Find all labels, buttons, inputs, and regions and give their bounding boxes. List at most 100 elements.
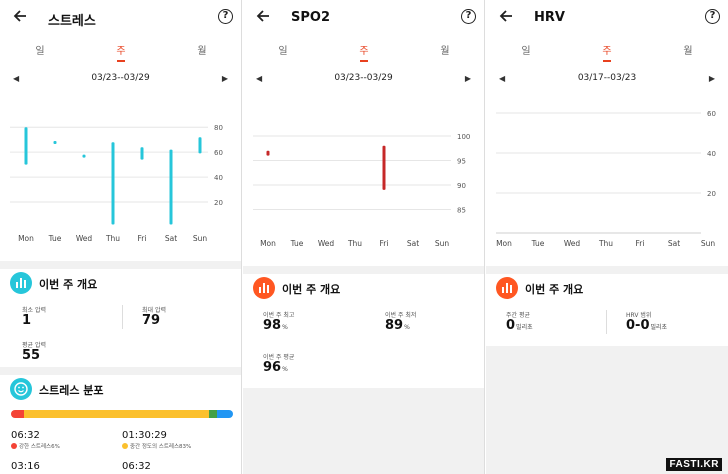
next-arrow-icon[interactable]: ▶ xyxy=(709,74,715,83)
range-bar xyxy=(169,149,173,225)
x-tick-label: Thu xyxy=(598,239,613,248)
x-tick-label: Fri xyxy=(380,239,389,248)
medium-stress-time: 01:30:29 xyxy=(122,430,167,441)
x-tick-label: Sun xyxy=(435,239,450,248)
y-tick-label: 40 xyxy=(707,150,716,158)
stress-distribution-bar xyxy=(11,410,233,418)
spo2-header: SPO2 ? xyxy=(243,0,484,36)
empty-area xyxy=(243,388,484,474)
y-tick-label: 40 xyxy=(214,174,223,182)
x-tick-label: Thu xyxy=(105,234,120,243)
distribution-title: 스트레스 분포 xyxy=(39,384,104,397)
range-bar xyxy=(111,142,115,225)
min-pressure-value: 1 xyxy=(22,313,32,328)
bar-chart-icon xyxy=(10,272,32,294)
weekly-low-value: 89% xyxy=(385,318,410,333)
page-title: HRV xyxy=(534,10,565,25)
tab-day[interactable]: 일 xyxy=(263,42,303,57)
help-icon[interactable]: ? xyxy=(218,9,233,24)
weekly-avg-value: 96% xyxy=(263,360,288,375)
y-tick-label: 100 xyxy=(457,133,470,141)
period-tabs: 일 주 월 xyxy=(243,42,484,64)
tab-month[interactable]: 월 xyxy=(425,42,465,57)
date-range-text: 03/23--03/29 xyxy=(334,73,393,83)
overview-title: 이번 주 개요 xyxy=(525,283,584,296)
date-range: ◀ 03/23--03/29 ▶ xyxy=(243,73,484,87)
x-tick-label: Mon xyxy=(18,234,34,243)
tab-week[interactable]: 주 xyxy=(101,42,141,62)
tab-month[interactable]: 월 xyxy=(182,42,222,57)
y-tick-label: 20 xyxy=(214,199,223,207)
hrv-header: HRV ? xyxy=(486,0,728,36)
x-tick-label: Fri xyxy=(636,239,645,248)
x-tick-label: Sun xyxy=(701,239,716,248)
x-tick-label: Tue xyxy=(290,239,304,248)
y-tick-label: 90 xyxy=(457,182,466,190)
help-icon[interactable]: ? xyxy=(705,9,720,24)
range-bar xyxy=(53,140,57,144)
medium-stress-legend: 중간 정도의 스트레스83% xyxy=(122,442,191,450)
x-tick-label: Sat xyxy=(165,234,177,243)
back-arrow-icon[interactable] xyxy=(12,8,28,24)
back-arrow-icon[interactable] xyxy=(498,8,514,24)
section-divider xyxy=(0,261,241,269)
period-tabs: 일 주 월 xyxy=(486,42,728,64)
next-arrow-icon[interactable]: ▶ xyxy=(222,74,228,83)
avg-pressure-value: 55 xyxy=(22,348,41,363)
x-tick-label: Mon xyxy=(496,239,512,248)
date-range: ◀ 03/17--03/23 ▶ xyxy=(486,73,728,87)
medium-stress-label: 중간 정도의 스트레스83% xyxy=(130,444,192,450)
watermark: FASTI.KR xyxy=(666,458,722,471)
date-range-text: 03/23--03/29 xyxy=(91,73,150,83)
tab-week[interactable]: 주 xyxy=(344,42,384,62)
range-bar xyxy=(198,137,202,154)
distribution-segment xyxy=(217,410,233,418)
x-tick-label: Sun xyxy=(193,234,208,243)
page-title: SPO2 xyxy=(291,10,330,25)
overview-title: 이번 주 개요 xyxy=(39,278,98,291)
red-dot-icon xyxy=(11,443,17,449)
distribution-segment xyxy=(208,410,218,418)
hrv-panel: HRV ? 일 주 월 ◀ 03/17--03/23 ▶ 20 40 60 Mon Tu… xyxy=(486,0,728,474)
empty-area xyxy=(486,346,728,474)
stat-divider xyxy=(606,310,607,334)
weekly-high-value: 98% xyxy=(263,318,288,333)
range-bar xyxy=(82,154,86,158)
x-tick-label: Wed xyxy=(564,239,581,248)
y-tick-label: 20 xyxy=(707,190,716,198)
range-bar xyxy=(24,127,28,165)
tab-month[interactable]: 월 xyxy=(668,42,708,57)
hrv-chart: 20 40 60 Mon Tue Wed Thu Fri Sat Sun xyxy=(496,110,716,248)
tab-day[interactable]: 일 xyxy=(506,42,546,57)
back-arrow-icon[interactable] xyxy=(255,8,271,24)
x-tick-label: Sat xyxy=(407,239,419,248)
weekly-avg-value: 0밀리초 xyxy=(506,318,533,333)
x-tick-label: Wed xyxy=(76,234,93,243)
date-range-text: 03/17--03/23 xyxy=(577,73,637,83)
period-tabs: 일 주 월 xyxy=(0,42,241,64)
y-tick-label: 80 xyxy=(214,124,223,132)
distribution-segment xyxy=(24,410,209,418)
next-arrow-icon[interactable]: ▶ xyxy=(465,74,471,83)
y-tick-label: 60 xyxy=(707,110,716,118)
yellow-dot-icon xyxy=(122,443,128,449)
strong-stress-legend: 강한 스트레스6% xyxy=(11,442,60,450)
range-bar xyxy=(382,145,386,190)
x-tick-label: Sat xyxy=(668,239,680,248)
stress-chart: 20 40 60 80 Mon Tue Wed Thu Fri Sat Sun xyxy=(10,124,223,243)
help-icon[interactable]: ? xyxy=(461,9,476,24)
tab-week[interactable]: 주 xyxy=(587,42,627,62)
x-tick-label: Tue xyxy=(48,234,62,243)
stress-panel: 스트레스 ? 일 주 월 ◀ 03/23--03/29 ▶ 20 40 60 80 Mo… xyxy=(0,0,242,474)
max-pressure-value: 79 xyxy=(142,313,161,328)
mild-stress-time: 03:16 xyxy=(11,461,40,472)
distribution-segment xyxy=(11,410,25,418)
spo2-chart: 85 90 95 100 Mon Tue Wed Thu Fri Sat Sun xyxy=(253,133,470,248)
relaxed-time: 06:32 xyxy=(122,461,151,472)
strong-stress-time: 06:32 xyxy=(11,430,40,441)
spo2-panel: SPO2 ? 일 주 월 ◀ 03/23--03/29 ▶ 85 90 95 100 M… xyxy=(243,0,485,474)
tab-day[interactable]: 일 xyxy=(20,42,60,57)
stat-divider xyxy=(122,305,123,329)
section-divider xyxy=(0,367,241,375)
date-range: ◀ 03/23--03/29 ▶ xyxy=(0,73,241,87)
